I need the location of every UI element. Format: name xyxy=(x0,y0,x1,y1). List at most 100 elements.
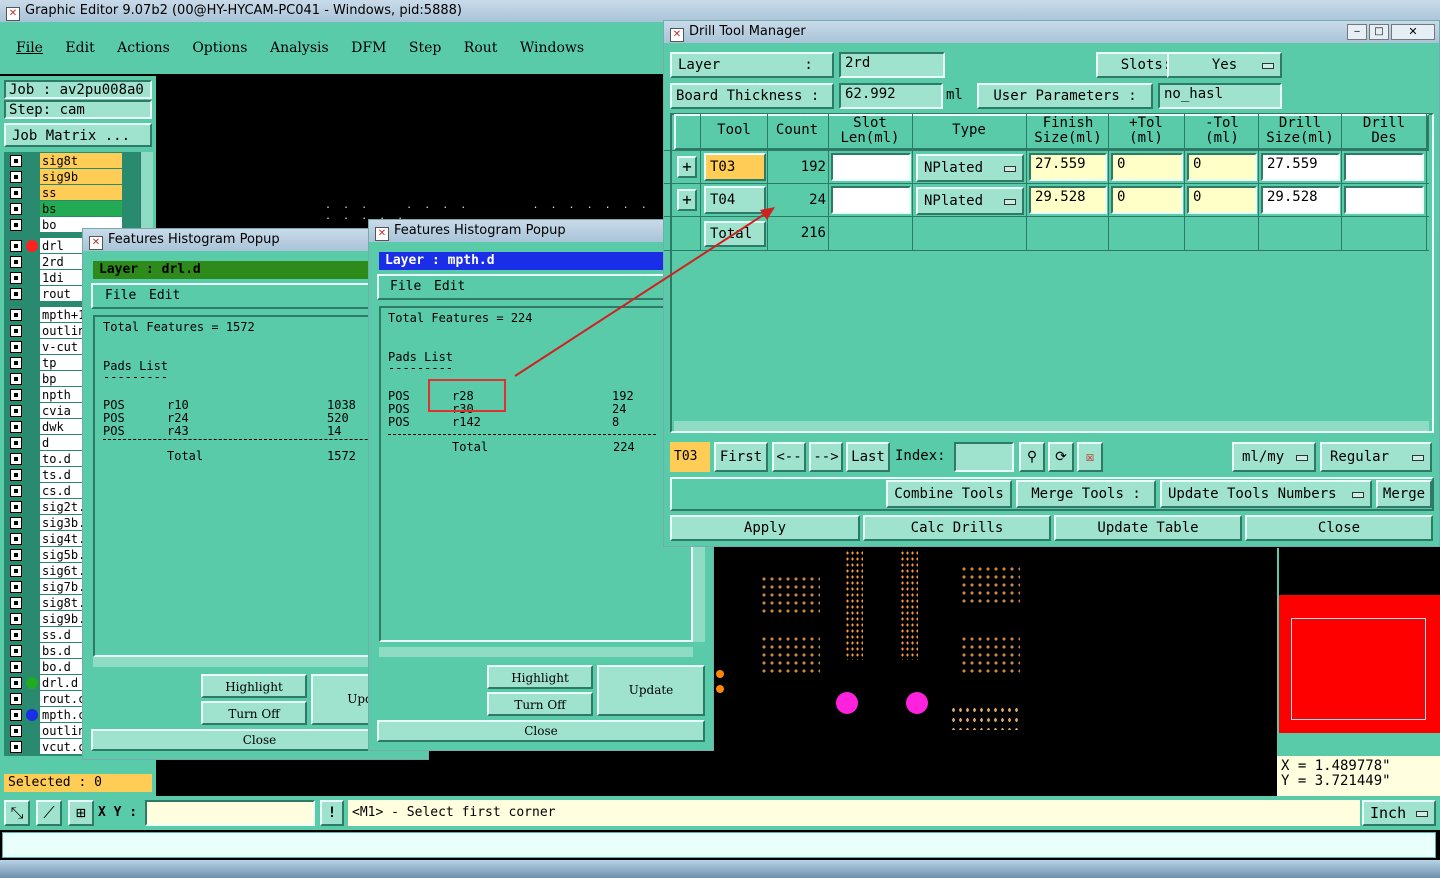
layer-checkbox[interactable] xyxy=(10,645,22,657)
user-parameters-input[interactable]: no_hasl xyxy=(1158,83,1282,109)
layer-checkbox[interactable] xyxy=(10,373,22,385)
popup-menu-file[interactable]: File xyxy=(390,279,421,294)
layer-checkbox[interactable] xyxy=(10,613,22,625)
update-button[interactable]: Update xyxy=(597,665,705,716)
drill-size-input[interactable]: 29.528 xyxy=(1261,186,1340,214)
highlight-button[interactable]: Highlight xyxy=(487,665,593,689)
layer-checkbox[interactable] xyxy=(10,272,22,284)
layer-checkbox[interactable] xyxy=(10,437,22,449)
tool-name[interactable]: T04 xyxy=(704,186,766,214)
layer-checkbox[interactable] xyxy=(10,421,22,433)
close-button[interactable]: Close xyxy=(1245,515,1433,541)
hscrollbar[interactable] xyxy=(379,647,693,657)
menu-file[interactable]: File xyxy=(16,40,43,56)
alert-button[interactable]: ! xyxy=(320,800,344,826)
tool-name[interactable]: T03 xyxy=(704,153,766,181)
slots-dropdown[interactable]: Yes xyxy=(1167,52,1282,78)
refresh-icon[interactable]: ⟳ xyxy=(1048,442,1074,472)
layer-checkbox[interactable] xyxy=(10,485,22,497)
layer-checkbox[interactable] xyxy=(10,629,22,641)
search-icon[interactable]: ⚲ xyxy=(1019,442,1045,472)
layer-checkbox[interactable] xyxy=(10,565,22,577)
update-table-button[interactable]: Update Table xyxy=(1054,515,1242,541)
maximize-icon[interactable]: □ xyxy=(1369,24,1389,40)
drill-des-input[interactable] xyxy=(1344,186,1424,214)
close-button[interactable]: Close xyxy=(377,720,705,742)
layer-checkbox[interactable] xyxy=(10,357,22,369)
layer-checkbox[interactable] xyxy=(10,453,22,465)
slot-length-input[interactable] xyxy=(831,153,911,181)
layer-checkbox[interactable] xyxy=(10,469,22,481)
menu-dfm[interactable]: DFM xyxy=(351,40,386,56)
plus-tol-input[interactable]: 0 xyxy=(1111,186,1183,214)
menu-windows[interactable]: Windows xyxy=(520,40,584,56)
layer-checkbox[interactable] xyxy=(10,741,22,753)
next-button[interactable]: --> xyxy=(809,442,843,472)
first-button[interactable]: First xyxy=(714,442,768,472)
layer-checkbox[interactable] xyxy=(10,549,22,561)
prev-button[interactable]: <-- xyxy=(772,442,806,472)
layer-checkbox[interactable] xyxy=(10,325,22,337)
layer-row[interactable]: ss xyxy=(8,185,123,201)
expand-icon[interactable]: + xyxy=(677,189,697,211)
layer-checkbox[interactable] xyxy=(10,240,22,252)
menu-rout[interactable]: Rout xyxy=(464,40,498,56)
layer-checkbox[interactable] xyxy=(10,171,22,183)
drill-des-input[interactable] xyxy=(1344,153,1424,181)
turn-off-button[interactable]: Turn Off xyxy=(487,692,593,716)
apply-button[interactable]: Apply xyxy=(670,515,860,541)
minus-tol-input[interactable]: 0 xyxy=(1187,186,1257,214)
board-thickness-input[interactable]: 62.992 xyxy=(839,83,943,109)
highlight-button[interactable]: Highlight xyxy=(201,674,307,698)
unit-dropdown[interactable]: Inch xyxy=(1362,800,1436,826)
layer-checkbox[interactable] xyxy=(10,203,22,215)
combine-tools-button[interactable]: Combine Tools xyxy=(886,480,1012,508)
layer-checkbox[interactable] xyxy=(10,693,22,705)
merge-button[interactable]: Merge xyxy=(1376,480,1432,508)
layer-row[interactable]: sig9b xyxy=(8,169,123,185)
layer-checkbox[interactable] xyxy=(10,677,22,689)
finish-size-input[interactable]: 29.528 xyxy=(1029,186,1107,214)
drill-size-input[interactable]: 27.559 xyxy=(1261,153,1340,181)
layer-checkbox[interactable] xyxy=(10,341,22,353)
index-input[interactable] xyxy=(954,442,1014,472)
menu-step[interactable]: Step xyxy=(409,40,441,56)
menu-options[interactable]: Options xyxy=(192,40,247,56)
layer-checkbox[interactable] xyxy=(10,597,22,609)
layer-checkbox[interactable] xyxy=(10,309,22,321)
layer-row[interactable]: sig8t xyxy=(8,153,123,169)
layer-input[interactable]: 2rd xyxy=(839,52,945,78)
type-dropdown[interactable]: NPlated xyxy=(916,187,1024,215)
menu-actions[interactable]: Actions xyxy=(117,40,170,56)
layer-checkbox[interactable] xyxy=(10,405,22,417)
mini-map[interactable] xyxy=(1279,548,1440,733)
layer-checkbox[interactable] xyxy=(10,219,22,231)
finish-size-input[interactable]: 27.559 xyxy=(1029,153,1107,181)
layer-checkbox[interactable] xyxy=(10,533,22,545)
minus-tol-input[interactable]: 0 xyxy=(1187,153,1257,181)
layer-row[interactable]: bs xyxy=(8,201,123,217)
grid-tool-button[interactable]: ⊞ xyxy=(68,800,94,826)
menu-edit[interactable]: Edit xyxy=(65,40,94,56)
delete-icon[interactable]: ☒ xyxy=(1077,442,1103,472)
layer-checkbox[interactable] xyxy=(10,661,22,673)
minimize-icon[interactable]: ‒ xyxy=(1347,24,1367,40)
slot-length-input[interactable] xyxy=(831,186,911,214)
turn-off-button[interactable]: Turn Off xyxy=(201,701,307,725)
menu-analysis[interactable]: Analysis xyxy=(270,40,329,56)
popup-menu-edit[interactable]: Edit xyxy=(149,288,180,303)
expand-icon[interactable]: + xyxy=(677,156,697,178)
layer-checkbox[interactable] xyxy=(10,517,22,529)
table-hscrollbar[interactable] xyxy=(674,421,1429,431)
measure-tool-button[interactable]: ⟋ xyxy=(36,800,62,826)
job-matrix-button[interactable]: Job Matrix ... xyxy=(4,123,152,147)
last-button[interactable]: Last xyxy=(846,442,890,472)
layer-checkbox[interactable] xyxy=(10,187,22,199)
plus-tol-input[interactable]: 0 xyxy=(1111,153,1183,181)
layer-checkbox[interactable] xyxy=(10,709,22,721)
popup-menu-file[interactable]: File xyxy=(105,288,136,303)
layer-checkbox[interactable] xyxy=(10,389,22,401)
layer-checkbox[interactable] xyxy=(10,288,22,300)
units-dropdown[interactable]: ml/my xyxy=(1232,442,1316,472)
calc-drills-button[interactable]: Calc Drills xyxy=(863,515,1051,541)
